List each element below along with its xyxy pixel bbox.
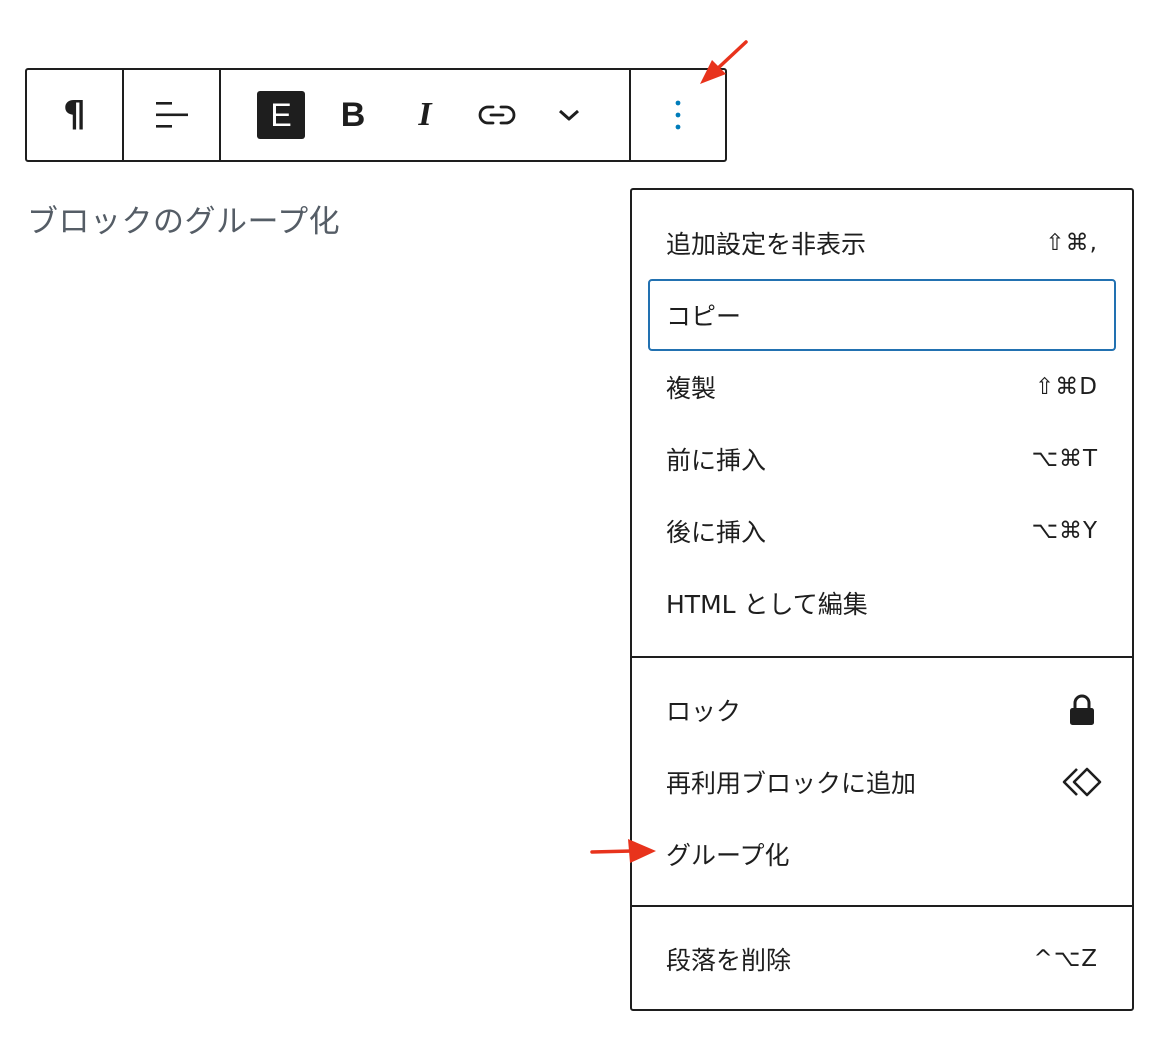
block-options-menu: 追加設定を非表示 ⇧⌘, コピー 複製 ⇧⌘D 前に挿入 ⌥⌘T 後に挿入 ⌥⌘… bbox=[630, 188, 1134, 1011]
paragraph-content[interactable]: ブロックのグループ化 bbox=[27, 196, 340, 241]
alignment-group bbox=[122, 70, 219, 160]
options-group bbox=[629, 70, 725, 160]
more-vertical-icon bbox=[675, 100, 681, 130]
menu-item-label: HTML として編集 bbox=[666, 590, 868, 619]
menu-item-insert-after[interactable]: 後に挿入 ⌥⌘Y bbox=[648, 495, 1116, 567]
menu-section-tools: ロック 再利用ブロックに追加 グループ化 bbox=[632, 656, 1132, 905]
menu-item-shortcut: ⌥⌘Y bbox=[1031, 518, 1098, 544]
menu-item-shortcut: ^⌥Z bbox=[1033, 946, 1098, 972]
menu-item-remove-paragraph[interactable]: 段落を削除 ^⌥Z bbox=[648, 923, 1116, 995]
e-icon: E bbox=[257, 91, 305, 139]
format-group: E B I bbox=[219, 70, 629, 160]
block-options-button[interactable] bbox=[654, 91, 702, 139]
menu-item-label: 複製 bbox=[666, 374, 717, 403]
menu-item-shortcut: ⇧⌘, bbox=[1045, 230, 1098, 256]
link-icon bbox=[478, 105, 516, 125]
menu-item-label: 段落を削除 bbox=[666, 946, 792, 975]
bold-icon: B bbox=[340, 96, 366, 134]
menu-item-shortcut: ⇧⌘D bbox=[1035, 374, 1098, 400]
menu-item-label: ロック bbox=[666, 697, 742, 726]
menu-item-duplicate[interactable]: 複製 ⇧⌘D bbox=[648, 351, 1116, 423]
block-type-group: ¶ bbox=[27, 70, 122, 160]
more-formats-button[interactable] bbox=[545, 91, 593, 139]
paragraph-block-button[interactable]: ¶ bbox=[51, 91, 99, 139]
block-toolbar: ¶ E B I bbox=[25, 68, 727, 162]
paragraph-icon: ¶ bbox=[63, 94, 86, 135]
menu-item-label: グループ化 bbox=[666, 841, 790, 870]
menu-item-hide-settings[interactable]: 追加設定を非表示 ⇧⌘, bbox=[648, 207, 1116, 279]
align-button[interactable] bbox=[148, 91, 196, 139]
menu-item-shortcut: ⌥⌘T bbox=[1031, 446, 1098, 472]
italic-icon: I bbox=[418, 96, 432, 133]
highlight-e-button[interactable]: E bbox=[257, 91, 305, 139]
chevron-down-icon bbox=[559, 109, 579, 121]
reusable-block-icon bbox=[1060, 760, 1104, 804]
align-left-icon bbox=[155, 102, 188, 128]
menu-item-lock[interactable]: ロック bbox=[648, 674, 1116, 746]
lock-icon bbox=[1060, 688, 1104, 732]
menu-section-general: 追加設定を非表示 ⇧⌘, コピー 複製 ⇧⌘D 前に挿入 ⌥⌘T 後に挿入 ⌥⌘… bbox=[632, 190, 1132, 656]
bold-button[interactable]: B bbox=[329, 91, 377, 139]
italic-button[interactable]: I bbox=[401, 91, 449, 139]
menu-item-label: 再利用ブロックに追加 bbox=[666, 769, 917, 798]
menu-item-label: 前に挿入 bbox=[666, 446, 767, 475]
menu-item-add-to-reusable[interactable]: 再利用ブロックに追加 bbox=[648, 746, 1116, 818]
menu-item-label: 後に挿入 bbox=[666, 518, 767, 547]
menu-section-remove: 段落を削除 ^⌥Z bbox=[632, 905, 1132, 1009]
menu-item-insert-before[interactable]: 前に挿入 ⌥⌘T bbox=[648, 423, 1116, 495]
link-button[interactable] bbox=[473, 91, 521, 139]
menu-item-group[interactable]: グループ化 bbox=[648, 818, 1116, 890]
menu-item-copy[interactable]: コピー bbox=[648, 279, 1116, 351]
menu-item-edit-as-html[interactable]: HTML として編集 bbox=[648, 567, 1116, 639]
menu-item-label: 追加設定を非表示 bbox=[666, 230, 867, 259]
menu-item-label: コピー bbox=[666, 302, 742, 331]
